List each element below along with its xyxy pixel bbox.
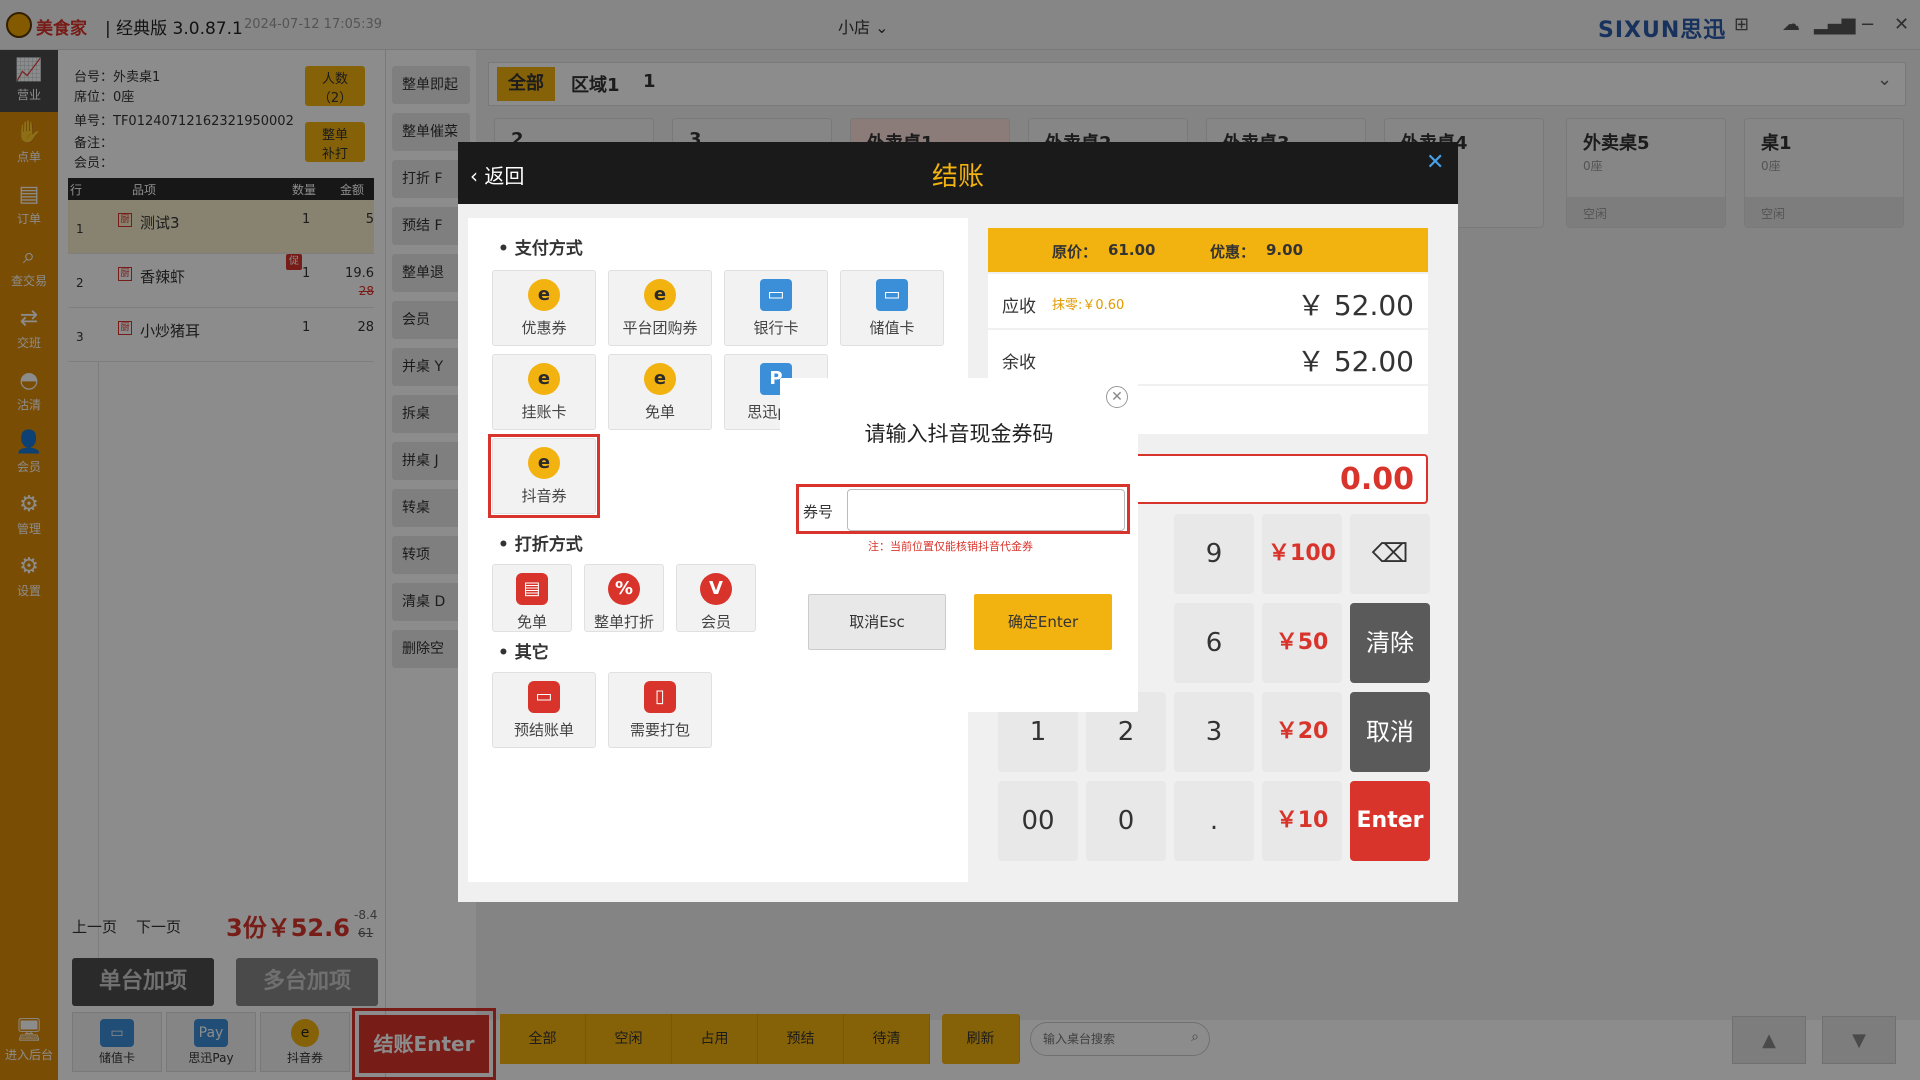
key-6[interactable]: 6	[1174, 603, 1254, 683]
pay-label: 免单	[644, 403, 675, 421]
key-50[interactable]: ￥50	[1262, 603, 1342, 683]
coupon-dialog: ✕ 请输入抖音现金券码 券号 注：当前位置仅能核销抖音代金券 取消Esc 确定E…	[780, 378, 1138, 712]
rounding-label: 抹零:￥0.60	[1052, 298, 1125, 313]
dialog-confirm-button[interactable]: 确定Enter	[974, 594, 1112, 650]
coupon-icon: e	[528, 279, 560, 311]
coupon-icon: e	[644, 279, 676, 311]
balance-amount: ￥ 52.00	[1296, 345, 1414, 378]
bank-card-icon: ▭	[760, 279, 792, 311]
key-20[interactable]: ￥20	[1262, 692, 1342, 772]
discount-label: 会员	[700, 613, 731, 631]
key-9[interactable]: 9	[1174, 514, 1254, 594]
key-dot[interactable]: .	[1174, 781, 1254, 861]
pay-group-buy[interactable]: e 平台团购券	[608, 270, 712, 346]
price-summary: 原价： 61.00 优惠： 9.00	[988, 228, 1428, 272]
pay-credit-card[interactable]: e 挂账卡	[492, 354, 596, 430]
enter-button[interactable]: Enter	[1350, 781, 1430, 861]
other-label: 需要打包	[629, 721, 690, 739]
discount-label: 优惠：	[1210, 243, 1256, 261]
key-00[interactable]: 00	[998, 781, 1078, 861]
coupon-note: 注：当前位置仅能核销抖音代金券	[868, 540, 1033, 553]
other-section-title: • 其它	[498, 643, 549, 663]
key-10[interactable]: ￥10	[1262, 781, 1342, 861]
other-takeaway[interactable]: ▯ 需要打包	[608, 672, 712, 748]
pay-label: 抖音券	[521, 487, 567, 505]
pay-label: 银行卡	[753, 319, 799, 337]
discount-section-title: • 打折方式	[498, 535, 583, 555]
pay-douyin-coupon[interactable]: e 抖音券	[492, 438, 596, 514]
close-icon[interactable]: ✕	[1426, 150, 1444, 175]
receipt-icon: ▤	[516, 573, 548, 605]
receivable-label: 应收	[1002, 297, 1036, 317]
pay-stored-card[interactable]: ▭ 储值卡	[840, 270, 944, 346]
discount-label: 整单打折	[593, 613, 654, 631]
coupon-icon: e	[528, 363, 560, 395]
receivable-amount: ￥ 52.00	[1296, 289, 1414, 322]
coupon-code-highlight: 券号	[796, 484, 1130, 534]
discount-member[interactable]: V 会员	[676, 564, 756, 632]
pay-bank-card[interactable]: ▭ 银行卡	[724, 270, 828, 346]
pay-label: 优惠券	[521, 319, 567, 337]
key-3[interactable]: 3	[1174, 692, 1254, 772]
section-label: 打折方式	[514, 535, 583, 555]
pay-free[interactable]: e 免单	[608, 354, 712, 430]
coupon-code-label: 券号	[803, 503, 834, 521]
close-icon[interactable]: ✕	[1106, 386, 1128, 408]
coupon-code-input[interactable]	[847, 489, 1125, 531]
bag-icon: ▯	[644, 681, 676, 713]
receivable-row: 应收 抹零:￥0.60 ￥ 52.00	[988, 274, 1428, 328]
balance-label: 余收	[1002, 353, 1036, 373]
discount-value: 9.00	[1266, 241, 1304, 259]
coupon-icon: e	[528, 447, 560, 479]
cancel-button[interactable]: 取消	[1350, 692, 1430, 772]
discount-free[interactable]: ▤ 免单	[492, 564, 572, 632]
checkout-header: ‹ 返回 结账 ✕	[458, 142, 1458, 204]
clear-button[interactable]: 清除	[1350, 603, 1430, 683]
member-icon: V	[700, 573, 732, 605]
dialog-title: 请输入抖音现金券码	[864, 422, 1054, 446]
card-icon: ▭	[876, 279, 908, 311]
pay-section-title: • 支付方式	[498, 239, 583, 259]
discount-whole[interactable]: % 整单打折	[584, 564, 664, 632]
pay-label: 储值卡	[869, 319, 915, 337]
douyin-highlight: e 抖音券	[488, 434, 600, 518]
other-label: 预结账单	[513, 721, 574, 739]
backspace-icon[interactable]: ⌫	[1350, 514, 1430, 594]
dialog-cancel-button[interactable]: 取消Esc	[808, 594, 946, 650]
pay-label: 平台团购券	[622, 319, 698, 337]
other-prebill[interactable]: ▭ 预结账单	[492, 672, 596, 748]
discount-label: 免单	[516, 613, 547, 631]
pay-coupon[interactable]: e 优惠券	[492, 270, 596, 346]
wallet-icon: ▭	[528, 681, 560, 713]
pay-label: 挂账卡	[521, 403, 567, 421]
section-label: 支付方式	[514, 239, 583, 259]
section-label: 其它	[514, 643, 549, 663]
amount-value: 0.00	[1339, 462, 1414, 497]
balance-row: 余收 ￥ 52.00	[988, 330, 1428, 384]
checkout-title: 结账	[931, 162, 984, 192]
key-100[interactable]: ￥100	[1262, 514, 1342, 594]
coupon-icon: e	[644, 363, 676, 395]
orig-price: 61.00	[1108, 241, 1156, 259]
orig-price-label: 原价：	[1052, 243, 1098, 261]
key-0[interactable]: 0	[1086, 781, 1166, 861]
percent-icon: %	[608, 573, 640, 605]
amount-input[interactable]: 0.00	[1098, 454, 1428, 504]
